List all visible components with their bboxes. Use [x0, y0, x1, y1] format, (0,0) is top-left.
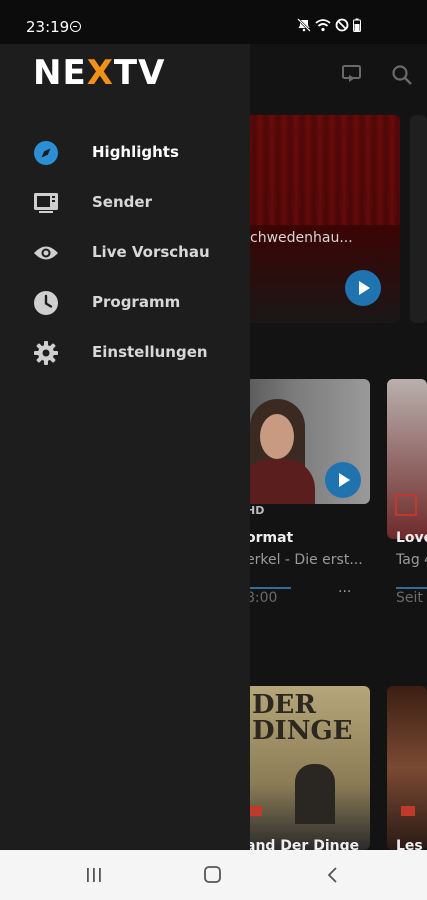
cast-icon[interactable]	[341, 64, 363, 88]
dnd-icon	[70, 21, 81, 32]
row1-card1-time: 8:00	[246, 590, 278, 606]
home-button[interactable]	[193, 862, 233, 888]
row1-card2-subtitle: Tag 4	[396, 552, 427, 568]
system-navigation-bar	[0, 850, 427, 900]
drawer-menu: Highlights Sender Live Vorschau Programm	[0, 134, 250, 384]
more-options-button[interactable]: ...	[338, 580, 351, 596]
row2-card2-image[interactable]	[387, 686, 427, 850]
drawer-item-label: Einstellungen	[92, 343, 208, 361]
row1-card2-title: Love	[396, 530, 427, 546]
hero-card-next[interactable]	[410, 115, 427, 323]
drawer-item-sender[interactable]: Sender	[0, 178, 250, 228]
back-button[interactable]	[313, 862, 353, 888]
row1-card1-subtitle: erkel - Die erst...	[246, 552, 363, 568]
search-icon[interactable]	[391, 64, 413, 90]
poster-text-2: DINGE	[252, 716, 353, 746]
recent-apps-icon	[87, 868, 101, 882]
gear-icon	[33, 340, 59, 366]
tv-icon	[33, 190, 59, 216]
hero-play-button[interactable]	[345, 270, 381, 306]
row1-card1-title: ormat	[246, 530, 294, 546]
drawer-item-label: Highlights	[92, 143, 179, 161]
row1-card2-progress	[396, 587, 427, 589]
status-time: 23:19	[26, 18, 70, 36]
status-icons	[297, 17, 361, 36]
recent-apps-button[interactable]	[74, 862, 114, 888]
row1-progress	[246, 587, 291, 589]
block-icon	[335, 17, 349, 36]
eye-icon	[33, 240, 59, 266]
clock-icon	[33, 290, 59, 316]
battery-icon	[353, 17, 361, 36]
row1-play-button[interactable]	[325, 462, 361, 498]
drawer-item-highlights[interactable]: Highlights	[0, 128, 250, 178]
drawer-item-label: Live Vorschau	[92, 243, 210, 261]
drawer-item-live-vorschau[interactable]: Live Vorschau	[0, 228, 250, 278]
mute-icon	[297, 17, 311, 36]
drawer-item-label: Sender	[92, 193, 152, 211]
nextv-logo: NE X TV	[33, 53, 166, 93]
row1-card2-time: Seit	[396, 590, 423, 606]
compass-icon	[33, 140, 59, 166]
logo-text-accent: X	[86, 53, 114, 93]
status-bar: 23:19	[0, 0, 427, 44]
drawer-item-einstellungen[interactable]: Einstellungen	[0, 328, 250, 378]
hero-title: chwedenhau...	[250, 230, 353, 246]
row1-card2-image[interactable]	[387, 379, 427, 539]
wifi-icon	[315, 17, 331, 36]
back-icon	[327, 867, 337, 883]
drawer-item-label: Programm	[92, 293, 181, 311]
navigation-drawer: NE X TV Highlights Sender Live Vorschau Pr…	[0, 44, 250, 850]
home-icon	[204, 866, 221, 883]
logo-text-prefix: NE	[33, 53, 87, 93]
logo-text-suffix: TV	[113, 53, 166, 93]
drawer-item-programm[interactable]: Programm	[0, 278, 250, 328]
